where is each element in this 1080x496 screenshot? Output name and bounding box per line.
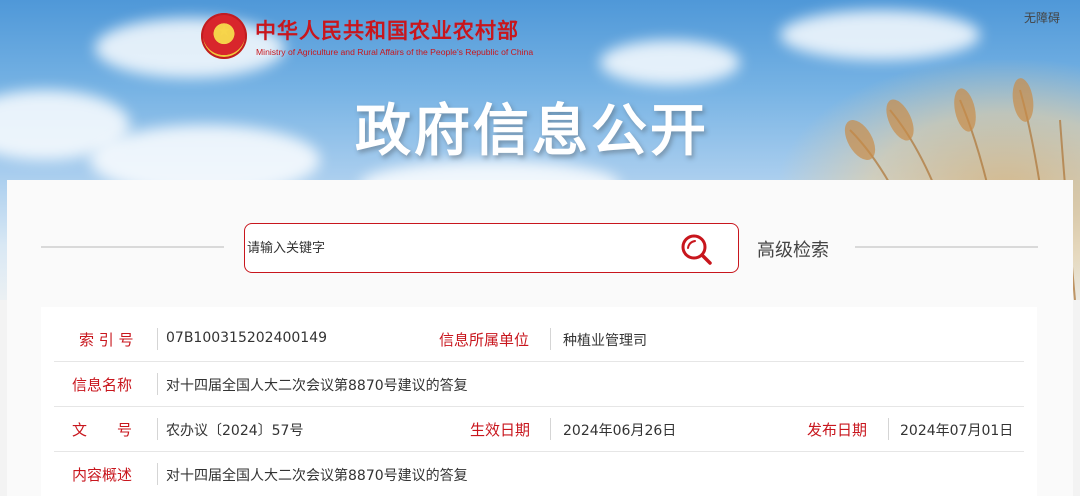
accessibility-link[interactable]: 无障碍 xyxy=(1024,9,1060,26)
cloud-decoration xyxy=(600,40,740,85)
summary-label: 内容概述 xyxy=(72,466,133,484)
separator xyxy=(157,418,158,440)
info-row-name: 信息名称 对十四届全国人大二次会议第8870号建议的答复 xyxy=(54,362,1024,407)
search-icon[interactable] xyxy=(678,232,714,268)
publish-date-label: 发布日期 xyxy=(807,421,868,439)
national-emblem-logo: ★ xyxy=(201,13,247,59)
doc-number-label: 文 号 xyxy=(72,421,133,439)
index-value: 07B100315202400149 xyxy=(166,330,328,346)
info-table: 索 引 号 07B100315202400149 信息所属单位 种植业管理司 信… xyxy=(41,307,1037,496)
separator xyxy=(157,463,158,485)
name-value: 对十四届全国人大二次会议第8870号建议的答复 xyxy=(166,378,468,394)
separator xyxy=(550,418,551,440)
unit-label: 信息所属单位 xyxy=(439,331,530,349)
separator xyxy=(157,373,158,395)
effective-date-value: 2024年06月26日 xyxy=(563,423,677,439)
summary-value: 对十四届全国人大二次会议第8870号建议的答复 xyxy=(166,468,468,484)
info-row-index: 索 引 号 07B100315202400149 信息所属单位 种植业管理司 xyxy=(54,317,1024,362)
index-label: 索 引 号 xyxy=(79,331,134,349)
separator xyxy=(888,418,889,440)
ministry-name-en: Ministry of Agriculture and Rural Affair… xyxy=(256,47,534,57)
cloud-decoration xyxy=(780,10,980,60)
advanced-search-link[interactable]: 高级检索 xyxy=(757,236,829,262)
publish-date-value: 2024年07月01日 xyxy=(900,423,1014,439)
separator xyxy=(157,328,158,350)
search-box xyxy=(244,223,739,273)
banner-title: 政府信息公开 xyxy=(355,98,709,164)
effective-date-label: 生效日期 xyxy=(470,421,531,439)
info-row-summary: 内容概述 对十四届全国人大二次会议第8870号建议的答复 xyxy=(54,452,1024,496)
search-input[interactable] xyxy=(246,225,666,271)
unit-value: 种植业管理司 xyxy=(563,333,647,349)
ministry-name-cn: 中华人民共和国农业农村部 xyxy=(255,18,519,43)
separator xyxy=(550,328,551,350)
divider-line-right xyxy=(855,246,1038,248)
divider-line-left xyxy=(41,246,224,248)
name-label: 信息名称 xyxy=(72,376,133,394)
doc-number-value: 农办议〔2024〕57号 xyxy=(166,423,304,439)
info-row-doc: 文 号 农办议〔2024〕57号 生效日期 2024年06月26日 发布日期 2… xyxy=(54,407,1024,452)
